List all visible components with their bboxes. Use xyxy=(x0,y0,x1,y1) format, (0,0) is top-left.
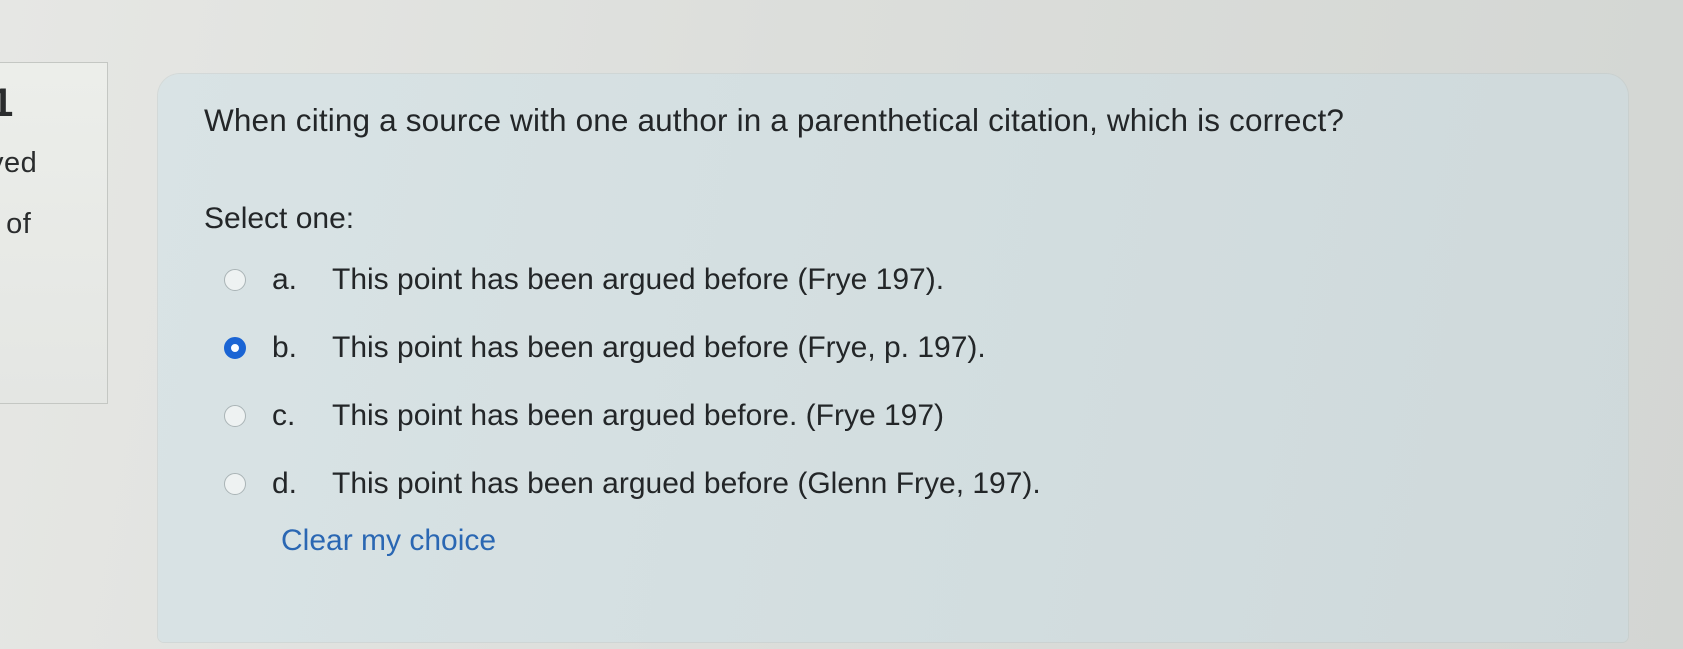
answer-letter: a. xyxy=(272,263,298,296)
radio-button-d[interactable] xyxy=(224,473,246,495)
radio-button-a[interactable] xyxy=(224,269,246,291)
question-content-panel: When citing a source with one author in … xyxy=(158,74,1628,642)
question-status: ved xyxy=(0,147,38,179)
answer-letter: b. xyxy=(272,331,298,364)
clear-my-choice-link[interactable]: Clear my choice xyxy=(281,524,496,558)
question-info-panel: 1 ved t of xyxy=(0,62,108,404)
answer-text[interactable]: This point has been argued before (Frye,… xyxy=(332,328,986,368)
answer-text[interactable]: This point has been argued before (Glenn… xyxy=(332,464,1041,504)
answer-text[interactable]: This point has been argued before (Frye … xyxy=(332,260,944,300)
question-mark: t of xyxy=(0,208,32,240)
answer-letter: d. xyxy=(272,467,298,500)
select-one-prompt: Select one: xyxy=(204,202,355,235)
answer-text[interactable]: This point has been argued before. (Frye… xyxy=(332,396,944,436)
question-text: When citing a source with one author in … xyxy=(204,102,1345,138)
answer-letter: c. xyxy=(272,399,296,432)
question-number: 1 xyxy=(0,81,14,125)
radio-button-b[interactable] xyxy=(224,337,246,359)
radio-button-c[interactable] xyxy=(224,405,246,427)
